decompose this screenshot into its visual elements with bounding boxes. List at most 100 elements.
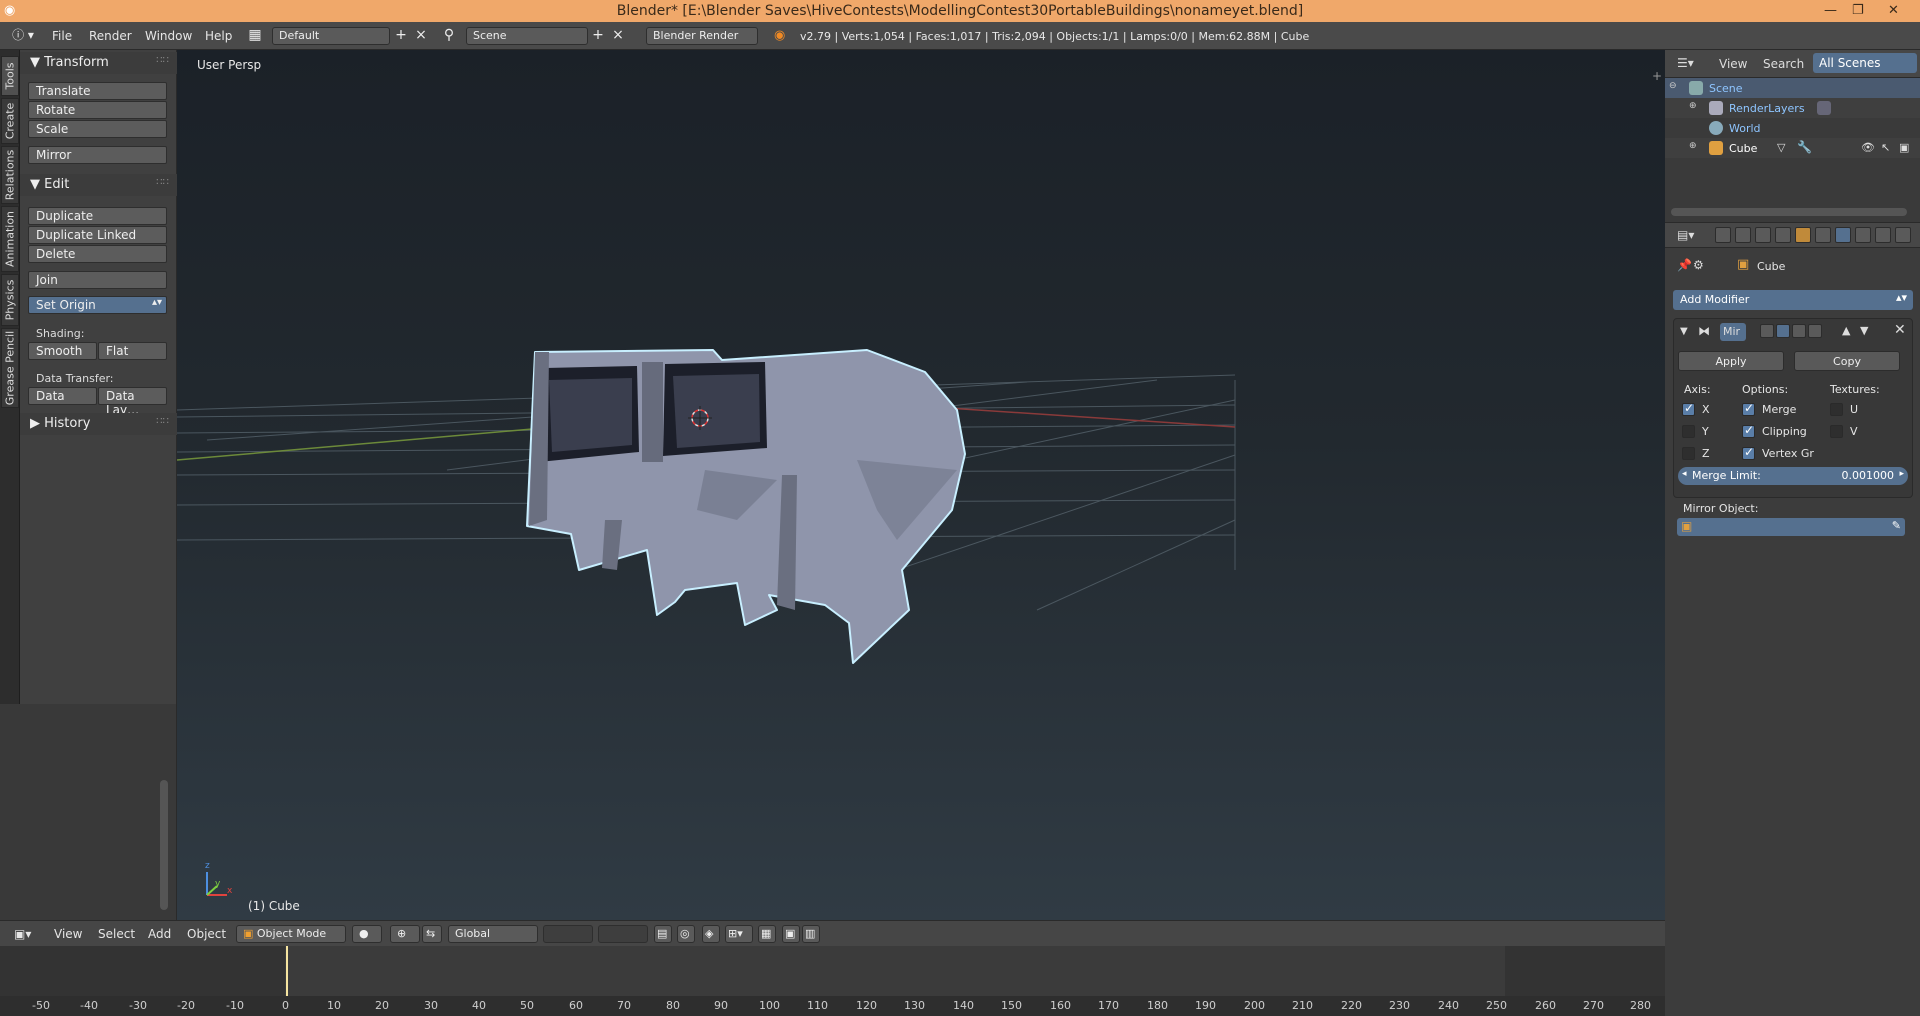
tab-animation[interactable]: Animation: [1, 206, 19, 272]
minimize-button[interactable]: —: [1824, 0, 1837, 22]
remove-layout-button[interactable]: ×: [412, 27, 430, 45]
menu-object[interactable]: Object: [187, 927, 226, 941]
add-scene-button[interactable]: +: [589, 27, 607, 45]
copy-modifier-button[interactable]: Copy: [1794, 351, 1900, 371]
modifier-render-toggle-icon[interactable]: [1760, 324, 1774, 338]
remove-modifier-icon[interactable]: ✕: [1894, 322, 1906, 338]
history-panel-header[interactable]: ▶ History ∷∷: [20, 413, 177, 435]
world-tab-icon[interactable]: [1775, 227, 1791, 243]
expand-icon[interactable]: ⊕: [1689, 101, 1697, 111]
axis-y-checkbox[interactable]: [1682, 425, 1695, 438]
tab-tools[interactable]: Tools: [1, 56, 19, 96]
material-tab-icon[interactable]: [1875, 227, 1891, 243]
transform-orientation-dropdown[interactable]: Global: [448, 925, 538, 943]
add-modifier-dropdown[interactable]: Add Modifier ▴▾: [1673, 290, 1913, 310]
pivot-dropdown[interactable]: ⊕: [390, 925, 420, 943]
properties-editor-icon[interactable]: ▤▾: [1677, 228, 1694, 242]
outliner-row-cube[interactable]: ⊕ Cube ▽ 🔧 👁 ↖ ▣: [1665, 138, 1920, 158]
texture-u-checkbox[interactable]: [1830, 403, 1843, 416]
render-camera-icon[interactable]: ▣: [1899, 141, 1909, 154]
tab-relations[interactable]: Relations: [1, 146, 19, 204]
constraints-tab-icon[interactable]: [1815, 227, 1831, 243]
timeline[interactable]: -50 -40 -30 -20 -10 0 10 20 30 40 50 60 …: [0, 946, 1665, 1016]
render-layer-link-icon[interactable]: [1817, 101, 1831, 115]
texture-v-checkbox[interactable]: [1830, 425, 1843, 438]
render-anim-icon[interactable]: ▥: [802, 925, 820, 943]
menu-window[interactable]: Window: [145, 29, 192, 43]
outliner-filter-dropdown[interactable]: All Scenes: [1813, 53, 1917, 73]
mirror-object-field[interactable]: ▣ ✎: [1677, 518, 1905, 536]
menu-select[interactable]: Select: [98, 927, 135, 941]
pin-icon[interactable]: 📌: [1677, 258, 1692, 272]
expand-icon[interactable]: ⊕: [1689, 141, 1697, 151]
modifier-wrench-icon[interactable]: 🔧: [1797, 140, 1812, 154]
delete-button[interactable]: Delete: [28, 245, 167, 263]
axis-x-checkbox[interactable]: [1682, 401, 1695, 416]
merge-checkbox[interactable]: [1742, 401, 1755, 416]
visibility-eye-icon[interactable]: 👁: [1861, 141, 1875, 154]
move-up-icon[interactable]: ▲: [1842, 324, 1850, 337]
texture-tab-icon[interactable]: [1895, 227, 1911, 243]
modifier-viewport-toggle-icon[interactable]: [1776, 324, 1790, 338]
outliner-scrollbar[interactable]: [1671, 208, 1907, 216]
menu-render[interactable]: Render: [89, 29, 132, 43]
modifier-editmode-toggle-icon[interactable]: [1792, 324, 1806, 338]
selectability-cursor-icon[interactable]: ↖: [1881, 141, 1890, 154]
data-transfer-button[interactable]: Data: [28, 387, 97, 405]
tab-grease-pencil[interactable]: Grease Pencil: [1, 328, 19, 408]
render-camera-icon[interactable]: ▣: [782, 925, 800, 943]
collapse-modifier-icon[interactable]: ▼: [1680, 326, 1688, 337]
data-tab-icon[interactable]: [1855, 227, 1871, 243]
tool-shelf-scrollbar[interactable]: [160, 780, 168, 910]
merge-limit-field[interactable]: ◂ Merge Limit: 0.001000 ▸: [1678, 467, 1908, 485]
menu-file[interactable]: File: [52, 29, 72, 43]
menu-add[interactable]: Add: [148, 927, 171, 941]
mesh-data-icon[interactable]: ▽: [1777, 141, 1785, 154]
join-button[interactable]: Join: [28, 271, 167, 289]
modifier-name-field[interactable]: Mir: [1720, 323, 1746, 341]
object-tab-icon[interactable]: [1795, 227, 1811, 243]
axis-z-checkbox[interactable]: [1682, 447, 1695, 460]
info-editor-icon[interactable]: ⓘ ▾: [8, 27, 38, 45]
render-engine-dropdown[interactable]: Blender Render: [646, 27, 758, 45]
move-down-icon[interactable]: ▼: [1860, 324, 1868, 337]
snap-target-icon[interactable]: ◈: [702, 925, 720, 943]
layout-grid-icon[interactable]: ▦: [246, 27, 264, 45]
screen-layout-field[interactable]: Default: [272, 27, 390, 45]
manipulator-toggle[interactable]: ⇆: [422, 925, 442, 943]
viewport-scene[interactable]: z y x +: [177, 50, 1665, 920]
tab-physics[interactable]: Physics: [1, 274, 19, 326]
current-frame-marker[interactable]: [286, 946, 288, 996]
transform-panel-header[interactable]: ▼ Transform ∷∷: [20, 52, 177, 74]
rotate-button[interactable]: Rotate: [28, 101, 167, 119]
duplicate-button[interactable]: Duplicate: [28, 207, 167, 225]
outliner-view-menu[interactable]: View: [1719, 57, 1747, 71]
mirror-button[interactable]: Mirror: [28, 146, 167, 164]
data-layout-button[interactable]: Data Lay…: [98, 387, 167, 417]
outliner-row-renderlayers[interactable]: ⊕ RenderLayers: [1665, 98, 1920, 118]
tab-create[interactable]: Create: [1, 98, 19, 144]
snap-icon[interactable]: ▤: [654, 925, 672, 943]
render-tab-icon[interactable]: [1715, 227, 1731, 243]
scale-button[interactable]: Scale: [28, 120, 167, 138]
outliner-search-menu[interactable]: Search: [1763, 57, 1804, 71]
layers-grid-2[interactable]: [598, 925, 648, 943]
collapse-icon[interactable]: ⊖: [1669, 81, 1677, 91]
remove-scene-button[interactable]: ×: [609, 27, 627, 45]
render-preview-icon[interactable]: ▦: [758, 925, 776, 943]
eyedropper-icon[interactable]: ✎: [1892, 519, 1901, 532]
edit-panel-header[interactable]: ▼ Edit ∷∷: [20, 174, 177, 196]
scene-field[interactable]: Scene: [466, 27, 588, 45]
layers-grid[interactable]: [543, 925, 593, 943]
outliner-row-scene[interactable]: ⊖ Scene: [1665, 78, 1920, 98]
close-window-button[interactable]: ✕: [1888, 0, 1899, 22]
shading-dropdown[interactable]: ●: [352, 925, 382, 943]
maximize-button[interactable]: ❐: [1852, 0, 1864, 22]
clipping-checkbox[interactable]: [1742, 423, 1755, 438]
render-layers-tab-icon[interactable]: [1735, 227, 1751, 243]
add-layout-button[interactable]: +: [392, 27, 410, 45]
apply-modifier-button[interactable]: Apply: [1678, 351, 1784, 371]
3d-viewport[interactable]: z y x +: [177, 50, 1665, 920]
scene-icon[interactable]: ⚲: [440, 27, 458, 45]
editor-type-icon[interactable]: ▣▾: [14, 927, 31, 941]
